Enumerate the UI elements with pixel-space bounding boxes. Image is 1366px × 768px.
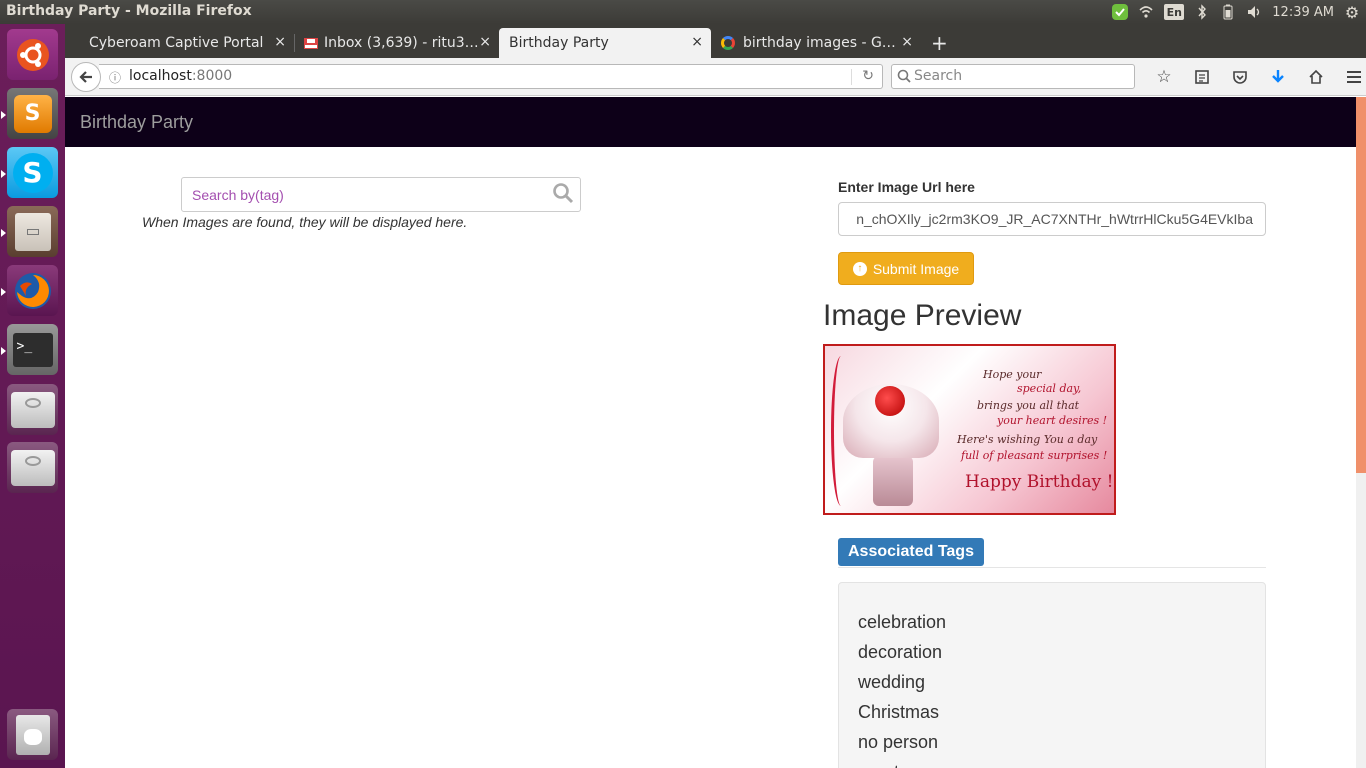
system-tray: En 12:39 AM ⚙ [1112, 0, 1360, 24]
tag-item: no person [858, 732, 939, 752]
preview-image: Hope your special day, brings you all th… [823, 344, 1116, 515]
image-url-value: n_chOXIly_jc2rm3KO9_JR_AC7XNTHr_hWtrrHlC… [856, 211, 1253, 227]
unity-launcher: S S >_ [0, 24, 65, 768]
card-text: full of pleasant surprises ! [961, 449, 1108, 462]
terminal-icon[interactable]: >_ [7, 324, 58, 375]
results-hint: When Images are found, they will be disp… [142, 214, 468, 230]
tab-label: Birthday Party [509, 35, 609, 51]
running-indicator [1, 229, 6, 237]
home-icon[interactable] [1297, 66, 1335, 88]
os-top-panel: Birthday Party - Mozilla Firefox En 12:3… [0, 0, 1366, 24]
card-text: your heart desires ! [997, 414, 1108, 427]
back-button[interactable] [71, 62, 101, 92]
running-indicator [1, 111, 6, 119]
tab-label: birthday images - G… [743, 35, 896, 51]
toolbar-icons: ☆ [1145, 66, 1366, 88]
drive-icon[interactable] [7, 442, 58, 493]
downloads-icon[interactable] [1259, 66, 1297, 88]
back-arrow-icon [79, 71, 92, 83]
image-url-label: Enter Image Url here [838, 179, 975, 195]
menu-hamburger-icon[interactable] [1335, 66, 1366, 88]
image-url-input[interactable]: n_chOXIly_jc2rm3KO9_JR_AC7XNTHr_hWtrrHlC… [838, 202, 1266, 236]
pocket-icon[interactable] [1221, 66, 1259, 88]
app-brand[interactable]: Birthday Party [80, 112, 193, 133]
clock[interactable]: 12:39 AM [1272, 5, 1334, 20]
tag-search-input[interactable] [182, 178, 542, 211]
settings-gear-icon[interactable]: ⚙ [1344, 3, 1360, 22]
plus-icon: + [931, 31, 948, 55]
strawberry-illustration [875, 386, 905, 416]
submit-image-button[interactable]: ↑ Submit Image [838, 252, 974, 285]
tab-cyberoam[interactable]: Cyberoam Captive Portal × [79, 28, 295, 58]
close-tab-icon[interactable]: × [479, 34, 491, 50]
running-indicator [1, 170, 6, 178]
tag-item: celebration [858, 612, 947, 632]
tab-birthday-images[interactable]: birthday images - G… × [711, 28, 921, 58]
site-info-icon[interactable]: ⓘ [109, 69, 121, 86]
bookmark-star-icon[interactable]: ☆ [1145, 66, 1183, 88]
window-title: Birthday Party - Mozilla Firefox [6, 3, 252, 19]
image-preview-heading: Image Preview [823, 299, 1022, 332]
card-greeting: Happy Birthday ! [965, 472, 1114, 492]
running-indicator [1, 288, 6, 296]
address-url[interactable]: localhost:8000 [129, 68, 232, 84]
new-tab-button[interactable]: + [925, 28, 955, 58]
reload-icon[interactable]: ↻ [862, 68, 874, 84]
tab-birthday-party[interactable]: Birthday Party × [499, 28, 711, 58]
firefox-icon[interactable] [7, 265, 58, 316]
skype-icon[interactable]: S [7, 147, 58, 198]
tag-search-box[interactable] [181, 177, 581, 212]
page-content: Birthday Party When Images are found, th… [65, 97, 1356, 768]
tags-list: celebration decoration wedding Christmas… [838, 582, 1266, 768]
volume-icon[interactable] [1246, 4, 1262, 20]
keyboard-layout-indicator[interactable]: En [1164, 4, 1185, 20]
drive-icon[interactable] [7, 384, 58, 435]
browser-search-box[interactable]: Search [891, 64, 1135, 89]
submit-image-label: Submit Image [872, 260, 960, 277]
tab-inbox[interactable]: Inbox (3,639) - ritu3… × [294, 28, 499, 58]
browser-nav-bar: ⓘ localhost:8000 ↻ Search ☆ [65, 58, 1366, 96]
associated-tags-header: Associated Tags [838, 538, 1266, 568]
app-navbar: Birthday Party [65, 97, 1356, 147]
google-icon [721, 36, 735, 50]
file-cabinet-icon[interactable] [7, 206, 58, 257]
card-text: special day, [1017, 382, 1082, 395]
scrollbar-thumb[interactable] [1356, 97, 1366, 473]
tab-label: Inbox (3,639) - ritu3… [324, 35, 479, 51]
tag-item: decoration [858, 642, 943, 662]
card-text: Hope your [983, 368, 1042, 381]
tag-item: wedding [858, 672, 926, 692]
bluetooth-icon[interactable] [1194, 4, 1210, 20]
browser-tab-strip: Cyberoam Captive Portal × Inbox (3,639) … [65, 24, 1366, 58]
close-tab-icon[interactable]: × [274, 34, 286, 50]
search-icon[interactable] [552, 182, 574, 209]
tag-item: ornate [858, 757, 1265, 768]
wifi-icon[interactable] [1138, 4, 1154, 20]
page-scrollbar[interactable] [1356, 97, 1366, 768]
associated-tags-label: Associated Tags [838, 538, 984, 566]
card-text: brings you all that [977, 399, 1080, 412]
search-icon [897, 69, 911, 87]
upload-circle-icon: ↑ [852, 261, 867, 276]
card-text: Here's wishing You a day [957, 433, 1098, 446]
ubuntu-dash-icon[interactable] [7, 29, 58, 80]
sublime-text-icon[interactable]: S [7, 88, 58, 139]
close-tab-icon[interactable]: × [901, 34, 913, 50]
tag-item: Christmas [858, 702, 940, 722]
address-bar[interactable]: ⓘ localhost:8000 ↻ [99, 64, 883, 89]
close-tab-icon[interactable]: × [691, 34, 703, 50]
running-indicator [1, 347, 6, 355]
search-placeholder: Search [914, 68, 963, 84]
cake-stand [873, 456, 913, 506]
trash-icon[interactable] [7, 709, 58, 760]
tab-label: Cyberoam Captive Portal [89, 35, 264, 51]
gmail-icon [304, 37, 318, 49]
battery-icon[interactable] [1220, 4, 1236, 20]
update-check-icon[interactable] [1112, 4, 1129, 20]
reading-list-icon[interactable] [1183, 66, 1221, 88]
